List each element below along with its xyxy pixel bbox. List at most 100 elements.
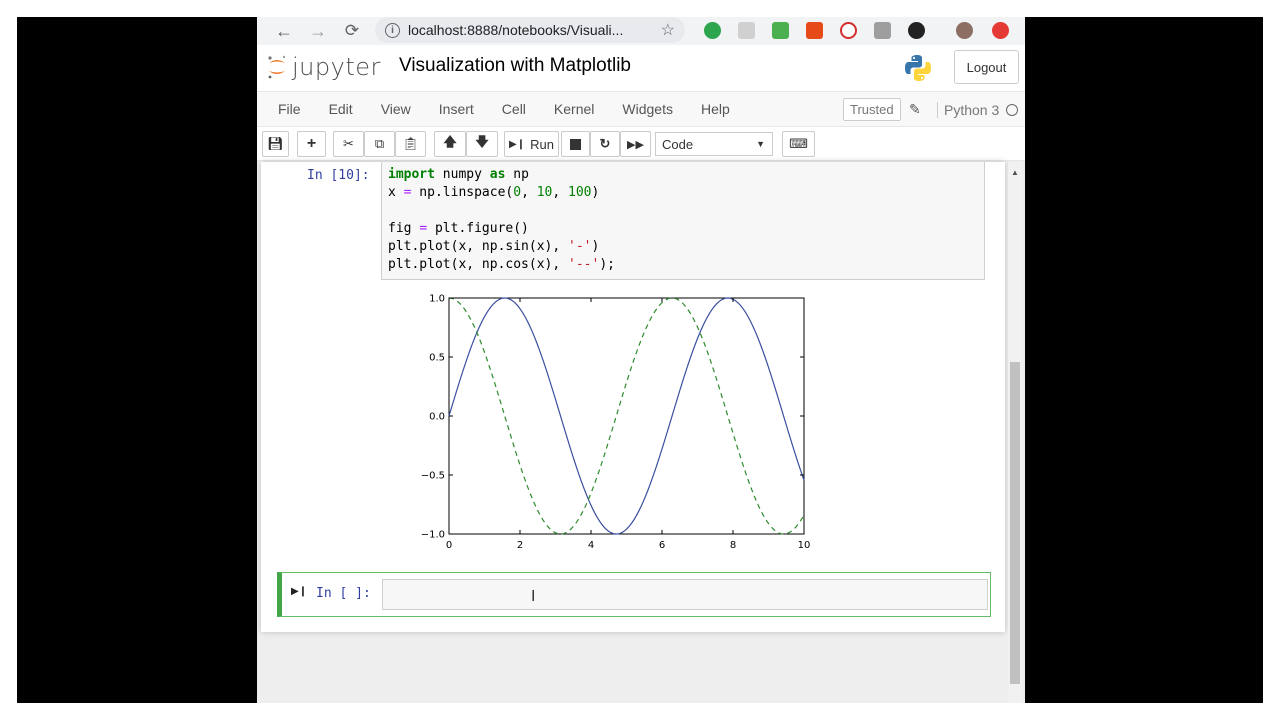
browser-toolbar: ← → ⟳ i localhost:8888/notebooks/Visuali… <box>257 17 1025 45</box>
grammarly-extension-icon[interactable] <box>704 22 721 39</box>
avatar[interactable] <box>956 22 973 39</box>
x-tick-label: 6 <box>659 540 665 551</box>
right-letterbox <box>1025 17 1263 703</box>
cell-type-value: Code <box>662 136 694 152</box>
left-letterbox <box>17 17 257 703</box>
cell-prompt: In [10]: <box>307 168 370 183</box>
back-icon[interactable]: ← <box>271 18 297 44</box>
chevron-down-icon: ▼ <box>756 139 765 149</box>
paste-button[interactable]: 📋︎ <box>395 131 426 157</box>
x-tick-label: 10 <box>798 540 811 551</box>
code-editor[interactable]: I <box>382 579 988 610</box>
extension-icon[interactable] <box>772 22 789 39</box>
extension-icon[interactable] <box>738 22 755 39</box>
keyboard-icon: ⌨ <box>789 136 808 151</box>
menu-kernel[interactable]: Kernel <box>540 101 608 117</box>
plot-area <box>448 297 805 535</box>
x-tick-label: 8 <box>730 540 736 551</box>
cell-type-select[interactable]: Code ▼ <box>655 132 773 156</box>
plus-icon: + <box>306 135 317 152</box>
address-bar[interactable]: i localhost:8888/notebooks/Visuali... ☆ <box>375 17 685 43</box>
chart: 0 2 4 6 8 10 1.0 0.5 0.0 −0.5 −1.0 <box>421 294 811 552</box>
scissors-icon: ✂ <box>343 136 354 151</box>
pencil-icon[interactable]: ✎ <box>909 101 921 118</box>
update-icon[interactable] <box>992 22 1009 39</box>
scroll-up-icon[interactable]: ▲ <box>1011 168 1019 177</box>
move-up-button[interactable]: 🡅 <box>434 131 466 157</box>
extension-icon[interactable] <box>840 22 857 39</box>
logo-text: jupyter <box>292 53 381 81</box>
info-icon[interactable]: i <box>385 22 400 38</box>
text-cursor-icon: I <box>531 588 536 605</box>
notebook-title[interactable]: Visualization with Matplotlib <box>399 55 631 77</box>
code-line: plt.plot(x, np.sin(x), '-') <box>388 239 600 254</box>
kernel-name: Python 3 <box>937 102 999 118</box>
copy-icon: ⧉ <box>374 136 385 151</box>
jupyter-header: jupyter Visualization with Matplotlib Lo… <box>257 45 1025 91</box>
copy-button[interactable]: ⧉ <box>364 131 395 157</box>
paste-icon: 📋︎ <box>402 136 419 151</box>
extension-icon[interactable] <box>806 22 823 39</box>
move-down-button[interactable]: 🡇 <box>466 131 498 157</box>
code-line: plt.plot(x, np.cos(x), '--'); <box>388 257 615 272</box>
scroll-thumb[interactable] <box>1010 362 1020 684</box>
arrow-up-icon: 🡅 <box>443 134 457 149</box>
code-editor[interactable]: import numpy as np x = np.linspace(0, 10… <box>381 162 985 280</box>
code-line: fig = plt.figure() <box>388 221 529 236</box>
y-tick-label: −0.5 <box>421 471 445 482</box>
vertical-scrollbar[interactable]: ▲ <box>1008 162 1022 703</box>
x-tick-label: 0 <box>446 540 452 551</box>
cut-button[interactable]: ✂ <box>333 131 364 157</box>
menubar: File Edit View Insert Cell Kernel Widget… <box>257 91 1025 127</box>
run-cell-icon[interactable]: ▶❙ <box>291 586 307 597</box>
trusted-badge[interactable]: Trusted <box>843 98 901 121</box>
menu-file[interactable]: File <box>257 101 315 117</box>
forward-icon[interactable]: → <box>305 18 331 44</box>
command-palette-button[interactable]: ⌨ <box>782 131 815 157</box>
python-logo-icon <box>905 55 931 81</box>
y-tick-label: −1.0 <box>421 530 445 541</box>
save-button[interactable]: 💾︎ <box>262 131 289 157</box>
menu-view[interactable]: View <box>367 101 425 117</box>
code-line: import numpy as np <box>388 167 529 182</box>
notebook-page: In [10]: import numpy as np x = np.linsp… <box>261 162 1005 632</box>
menu-edit[interactable]: Edit <box>315 101 367 117</box>
logout-button[interactable]: Logout <box>954 50 1019 84</box>
code-line: x = np.linspace(0, 10, 100) <box>388 185 600 200</box>
jupyter-logo[interactable]: jupyter <box>266 53 381 81</box>
run-label: Run <box>530 136 554 152</box>
menu-widgets[interactable]: Widgets <box>608 101 687 117</box>
restart-run-all-button[interactable]: ▶▶ <box>620 131 651 157</box>
restart-button[interactable]: ↻ <box>590 131 620 157</box>
reload-icon[interactable]: ⟳ <box>339 18 365 44</box>
stop-icon <box>570 138 581 150</box>
run-button[interactable]: ▶❙ Run <box>504 131 559 157</box>
pdf-extension-icon[interactable] <box>874 22 891 39</box>
kernel-idle-indicator-icon <box>1006 104 1018 116</box>
browser-window: ← → ⟳ i localhost:8888/notebooks/Visuali… <box>257 17 1025 703</box>
notebook-toolbar: 💾︎ + ✂ ⧉ 📋︎ 🡅 🡇 ▶❙ Run ↻ ▶▶ Code ▼ ⌨ <box>257 127 1025 161</box>
jupyter-logo-icon <box>268 55 286 79</box>
menu-insert[interactable]: Insert <box>425 101 488 117</box>
y-tick-label: 0.5 <box>429 353 445 364</box>
y-tick-label: 1.0 <box>429 294 445 305</box>
menu-help[interactable]: Help <box>687 101 744 117</box>
notebook-area: In [10]: import numpy as np x = np.linsp… <box>257 162 1025 703</box>
interrupt-button[interactable] <box>561 131 590 157</box>
url-text: localhost:8888/notebooks/Visuali... <box>408 22 624 38</box>
x-tick-label: 2 <box>517 540 523 551</box>
star-icon[interactable]: ☆ <box>661 20 675 40</box>
fast-forward-icon: ▶▶ <box>627 138 644 151</box>
step-forward-icon: ▶❙ <box>509 138 526 150</box>
selected-code-cell[interactable]: ▶❙ In [ ]: I <box>277 572 991 617</box>
insert-cell-button[interactable]: + <box>297 131 326 157</box>
save-icon: 💾︎ <box>267 136 284 151</box>
x-tick-label: 4 <box>588 540 594 551</box>
arrow-down-icon: 🡇 <box>475 134 489 149</box>
cell-prompt: In [ ]: <box>316 586 371 601</box>
restart-icon: ↻ <box>599 136 611 151</box>
extension-icon[interactable] <box>908 22 925 39</box>
y-tick-label: 0.0 <box>429 412 445 423</box>
menu-cell[interactable]: Cell <box>488 101 540 117</box>
